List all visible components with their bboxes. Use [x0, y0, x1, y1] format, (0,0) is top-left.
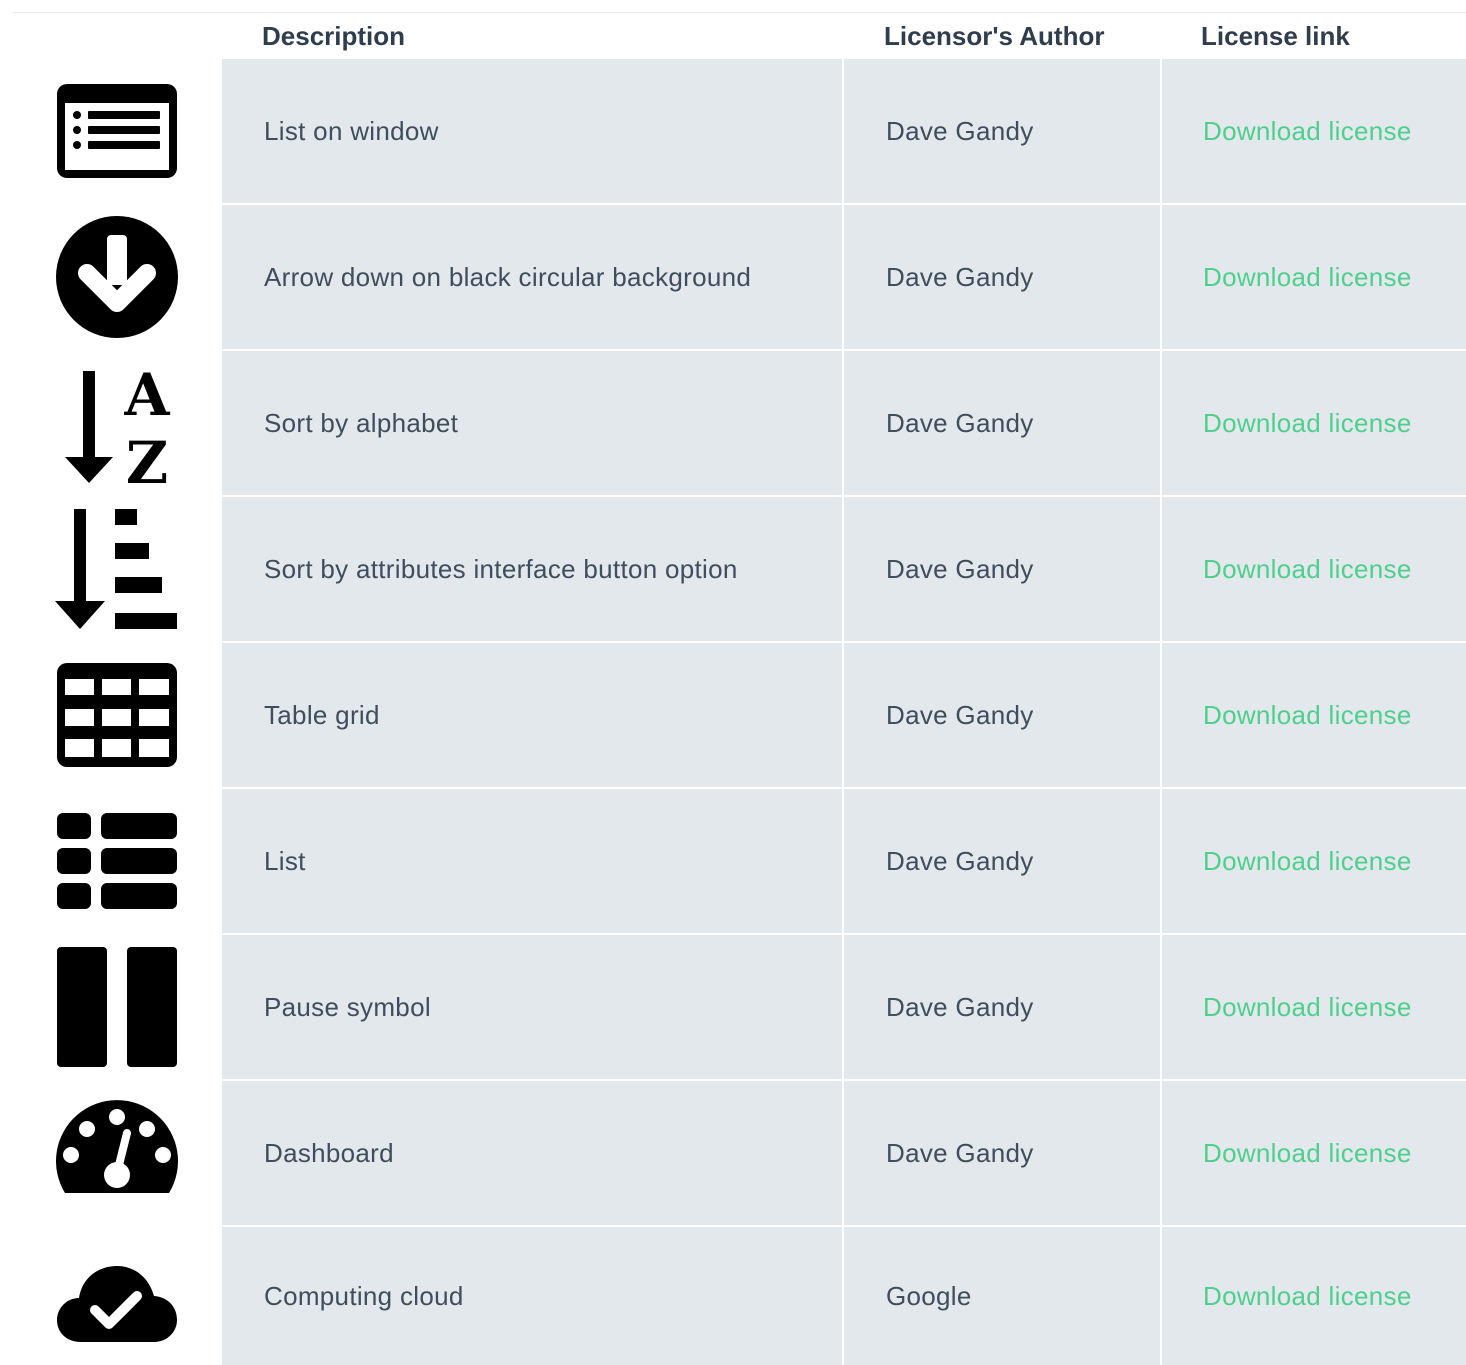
- link-cell: Download license: [1162, 789, 1466, 933]
- icon-cell: A Z: [12, 351, 222, 495]
- table-row: A Z Sort by alphabet Dave Gandy Download…: [12, 349, 1466, 495]
- header-license-link: License link: [1201, 21, 1350, 51]
- download-license-link[interactable]: Download license: [1203, 408, 1412, 439]
- description-cell: Table grid: [222, 643, 842, 787]
- author-cell: Dave Gandy: [844, 935, 1160, 1079]
- description-text: Arrow down on black circular background: [264, 261, 752, 292]
- table-row: Arrow down on black circular background …: [12, 203, 1466, 349]
- link-cell: Download license: [1162, 497, 1466, 641]
- description-cell: List on window: [222, 59, 842, 203]
- link-cell: Download license: [1162, 1227, 1466, 1365]
- icon-cell: [12, 497, 222, 641]
- description-text: Table grid: [264, 699, 380, 730]
- author-cell: Dave Gandy: [844, 643, 1160, 787]
- link-cell: Download license: [1162, 1081, 1466, 1225]
- description-cell: List: [222, 789, 842, 933]
- author-text: Dave Gandy: [886, 845, 1034, 876]
- sort-alpha-icon: A Z: [65, 361, 170, 485]
- pause-icon: [57, 947, 177, 1067]
- description-cell: Pause symbol: [222, 935, 842, 1079]
- icon-cell: [12, 643, 222, 787]
- description-cell: Dashboard: [222, 1081, 842, 1225]
- author-cell: Dave Gandy: [844, 59, 1160, 203]
- dashboard-icon: [55, 1100, 178, 1193]
- description-cell: Sort by alphabet: [222, 351, 842, 495]
- author-text: Dave Gandy: [886, 115, 1034, 146]
- header-author: Licensor's Author: [884, 21, 1105, 51]
- header-description: Description: [262, 21, 406, 51]
- download-license-link[interactable]: Download license: [1203, 262, 1412, 293]
- author-cell: Google: [844, 1227, 1160, 1365]
- author-cell: Dave Gandy: [844, 205, 1160, 349]
- download-license-link[interactable]: Download license: [1203, 554, 1412, 585]
- list-icon: [57, 813, 177, 909]
- table-row: Pause symbol Dave Gandy Download license: [12, 933, 1466, 1079]
- author-text: Dave Gandy: [886, 407, 1034, 438]
- description-text: Computing cloud: [264, 1280, 464, 1311]
- arrow-down-circle-icon: [56, 216, 178, 338]
- table-row: Sort by attributes interface button opti…: [12, 495, 1466, 641]
- description-text: Sort by attributes interface button opti…: [264, 553, 738, 584]
- author-text: Google: [886, 1280, 972, 1311]
- list-window-icon: [57, 84, 177, 178]
- author-cell: Dave Gandy: [844, 351, 1160, 495]
- description-cell: Sort by attributes interface button opti…: [222, 497, 842, 641]
- icon-cell: [12, 935, 222, 1079]
- description-text: Pause symbol: [264, 991, 431, 1022]
- svg-text:Z: Z: [126, 429, 168, 485]
- license-table: Description Licensor's Author License li…: [12, 12, 1466, 1365]
- description-cell: Computing cloud: [222, 1227, 842, 1365]
- download-license-link[interactable]: Download license: [1203, 992, 1412, 1023]
- link-cell: Download license: [1162, 59, 1466, 203]
- download-license-link[interactable]: Download license: [1203, 700, 1412, 731]
- download-license-link[interactable]: Download license: [1203, 116, 1412, 147]
- description-text: Sort by alphabet: [264, 407, 459, 438]
- download-license-link[interactable]: Download license: [1203, 1281, 1412, 1312]
- sort-attributes-icon: [55, 509, 177, 629]
- link-cell: Download license: [1162, 351, 1466, 495]
- link-cell: Download license: [1162, 643, 1466, 787]
- author-text: Dave Gandy: [886, 991, 1034, 1022]
- description-text: Dashboard: [264, 1137, 394, 1168]
- link-cell: Download license: [1162, 935, 1466, 1079]
- table-row: Dashboard Dave Gandy Download license: [12, 1079, 1466, 1225]
- icon-cell: [12, 205, 222, 349]
- author-cell: Dave Gandy: [844, 789, 1160, 933]
- description-text: List: [264, 845, 306, 876]
- author-text: Dave Gandy: [886, 1137, 1034, 1168]
- author-text: Dave Gandy: [886, 699, 1034, 730]
- table-row: Computing cloud Google Download license: [12, 1225, 1466, 1365]
- author-cell: Dave Gandy: [844, 497, 1160, 641]
- icon-cell: [12, 789, 222, 933]
- icon-cell: [12, 1081, 222, 1225]
- author-text: Dave Gandy: [886, 553, 1034, 584]
- download-license-link[interactable]: Download license: [1203, 1138, 1412, 1169]
- download-license-link[interactable]: Download license: [1203, 846, 1412, 877]
- table-header: Description Licensor's Author License li…: [12, 12, 1466, 57]
- description-cell: Arrow down on black circular background: [222, 205, 842, 349]
- table-row: List on window Dave Gandy Download licen…: [12, 57, 1466, 203]
- svg-text:A: A: [123, 361, 170, 429]
- description-text: List on window: [264, 115, 439, 146]
- table-row: List Dave Gandy Download license: [12, 787, 1466, 933]
- table-grid-icon: [57, 663, 177, 767]
- author-text: Dave Gandy: [886, 261, 1034, 292]
- icon-cell: [12, 59, 222, 203]
- icon-cell: [12, 1227, 222, 1365]
- link-cell: Download license: [1162, 205, 1466, 349]
- cloud-check-icon: [57, 1266, 177, 1342]
- author-cell: Dave Gandy: [844, 1081, 1160, 1225]
- table-row: Table grid Dave Gandy Download license: [12, 641, 1466, 787]
